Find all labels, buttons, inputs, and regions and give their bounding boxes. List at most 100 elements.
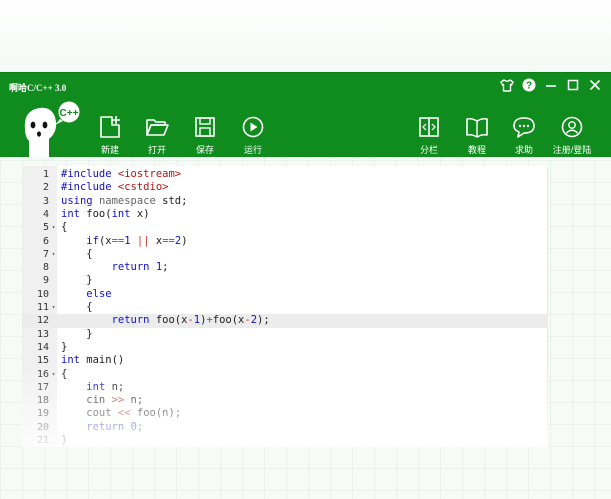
code-line[interactable]: 16 ▾ { [22, 368, 548, 381]
code-text: } [61, 434, 68, 446]
code-text: { [61, 247, 93, 260]
line-number: 14 [36, 341, 49, 353]
app-title: 啊哈C/C++ 3.0 [9, 83, 67, 93]
code-text: else [86, 287, 112, 300]
line-number: 4 [42, 208, 49, 220]
new-label: 新建 [100, 145, 119, 155]
code-line[interactable]: 14} [22, 341, 548, 354]
line-number: 20 [36, 421, 49, 433]
code-text: return 0; [86, 420, 144, 433]
code-line[interactable]: 4 int foo(int x) [22, 208, 548, 221]
floppy-icon [185, 115, 225, 139]
open-button[interactable]: 打开 [137, 115, 177, 156]
login-button[interactable]: 注册/登陆 [552, 115, 592, 156]
code-line[interactable]: 9 } [22, 274, 548, 287]
line-number: 3 [42, 195, 49, 207]
code-editor[interactable]: 1 #include <iostream> 2 #include <cstdio> 3 u… [22, 166, 548, 447]
code-line[interactable]: 1 #include <iostream> [22, 168, 548, 181]
code-text: using namespace std; [61, 194, 188, 207]
line-number: 18 [36, 395, 49, 407]
line-number: 9 [42, 275, 49, 287]
code-text: if(x==1 || x==2) [86, 234, 188, 247]
code-text: } [61, 274, 93, 287]
code-line[interactable]: 17 int n; [22, 381, 548, 394]
minimize-icon[interactable] [543, 77, 559, 93]
line-number: 11 [36, 302, 49, 313]
line-number: 21 [36, 435, 49, 446]
mascot-logo: C++ [19, 99, 83, 157]
fold-toggle-icon[interactable]: ▾ [50, 221, 57, 234]
code-text: cout << foo(n); [61, 407, 182, 420]
run-label: 运行 [243, 145, 262, 155]
split-view-label: 分栏 [419, 145, 438, 155]
code-line[interactable]: 8 return 1; [22, 261, 548, 274]
code-line[interactable]: 10 else [22, 288, 548, 301]
code-line[interactable]: 5 ▾ { [22, 221, 548, 234]
close-icon[interactable] [587, 77, 603, 93]
save-button[interactable]: 保存 [185, 115, 225, 156]
code-line[interactable]: 20 return 0; [22, 421, 548, 434]
line-number: 5 [42, 222, 49, 234]
line-number: 16 [36, 368, 49, 380]
line-number: 15 [36, 355, 49, 367]
line-number: 13 [36, 328, 49, 340]
folder-icon [137, 115, 177, 139]
new-file-icon [90, 115, 130, 139]
code-line[interactable]: 2 #include <cstdio> [22, 181, 548, 194]
line-number: 1 [42, 169, 49, 180]
user-icon [552, 115, 592, 139]
code-text: } [61, 327, 93, 340]
window-controls: ? [499, 77, 603, 93]
skin-icon[interactable] [499, 77, 515, 93]
code-text: #include <cstdio> [61, 181, 169, 194]
code-line[interactable]: 7 ▾ { [22, 248, 548, 261]
code-text: #include <iostream> [61, 168, 182, 180]
code-line[interactable]: 12 return foo(x-1)+foo(x-2); [22, 314, 548, 328]
line-number: 8 [42, 262, 49, 274]
code-text: { [61, 221, 68, 234]
tutorial-button[interactable]: 教程 [457, 115, 497, 156]
help-request-button[interactable]: 求助 [504, 115, 544, 156]
code-text: return foo(x-1)+foo(x-2); [111, 314, 270, 327]
open-label: 打开 [147, 145, 166, 155]
code-text: return 1; [111, 261, 169, 274]
code-line[interactable]: 6 if(x==1 || x==2) [22, 235, 548, 248]
code-line[interactable]: 15 int main() [22, 354, 548, 367]
fold-toggle-icon[interactable]: ▾ [50, 248, 57, 261]
code-text: int n; [86, 380, 125, 393]
fold-toggle-icon[interactable]: ▾ [50, 368, 57, 381]
code-text: } [61, 340, 68, 353]
line-number: 17 [36, 381, 49, 393]
code-text: int main() [61, 354, 125, 367]
code-line[interactable]: 19 cout << foo(n); [22, 407, 548, 420]
svg-text:?: ? [526, 81, 532, 92]
desktop-background [0, 0, 611, 72]
maximize-icon[interactable] [565, 77, 581, 93]
code-text: { [61, 301, 93, 313]
split-view-button[interactable]: 分栏 [409, 115, 449, 156]
split-columns-icon [409, 115, 449, 139]
fold-toggle-icon[interactable]: ▾ [50, 301, 57, 314]
chat-bubble-icon [504, 115, 544, 139]
run-button[interactable]: 运行 [233, 115, 273, 156]
help-icon[interactable]: ? [521, 77, 537, 93]
tutorial-label: 教程 [467, 145, 486, 155]
play-icon [233, 115, 273, 139]
line-number: 19 [36, 408, 49, 420]
code-text: cin >> n; [61, 394, 144, 407]
line-number: 12 [36, 315, 49, 327]
code-text: int foo(int x) [61, 207, 150, 220]
code-line[interactable]: 11 ▾ { [22, 301, 548, 314]
help-request-label: 求助 [514, 145, 533, 155]
book-icon [457, 115, 497, 139]
code-line[interactable]: 18 cin >> n; [22, 394, 548, 407]
line-number: 6 [42, 235, 49, 247]
code-line[interactable]: 3 using namespace std; [22, 195, 548, 208]
code-line[interactable]: 21} [22, 434, 548, 447]
code-line[interactable]: 13 } [22, 328, 548, 341]
new-button[interactable]: 新建 [90, 115, 130, 156]
mascot-badge-text: C++ [60, 108, 79, 119]
login-label: 注册/登陆 [552, 145, 592, 155]
save-label: 保存 [195, 145, 214, 155]
code-text: { [61, 367, 68, 380]
